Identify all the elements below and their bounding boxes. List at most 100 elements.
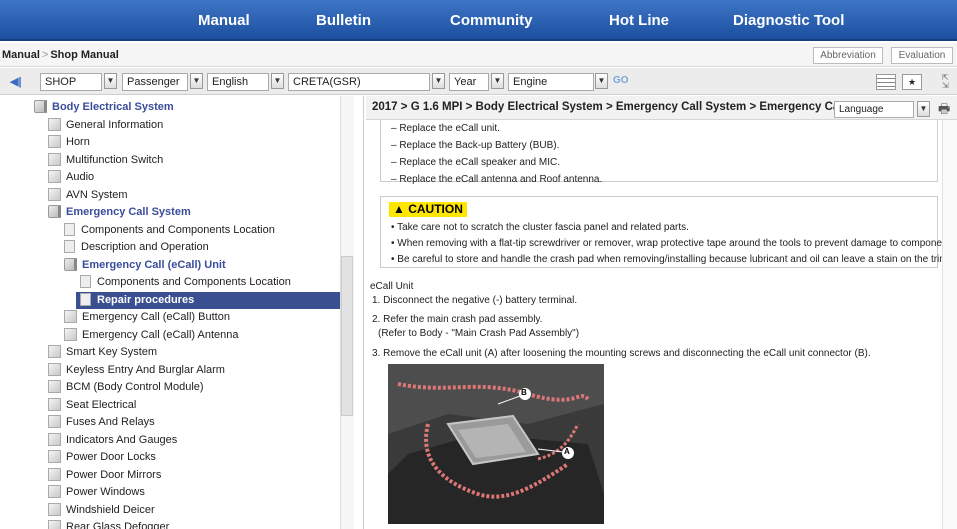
replace-item: – Replace the eCall antenna and Roof ant… bbox=[391, 174, 603, 185]
toc-scrollbar-thumb[interactable] bbox=[341, 256, 353, 416]
nav-manual[interactable]: Manual bbox=[198, 0, 250, 41]
photo-label-b: B bbox=[521, 388, 527, 397]
tree-item-label: Rear Glass Defogger bbox=[66, 521, 170, 529]
tree-item-label: Repair procedures bbox=[97, 293, 195, 306]
document-icon bbox=[64, 327, 77, 341]
passenger-select[interactable]: Passenger bbox=[122, 73, 188, 91]
tree-item[interactable]: Emergency Call (eCall) Button bbox=[64, 309, 230, 326]
tree-item-label: Components and Components Location bbox=[97, 276, 291, 288]
tree-item-label: Description and Operation bbox=[81, 241, 209, 253]
list-view-icon[interactable] bbox=[876, 74, 896, 90]
evaluation-button[interactable]: Evaluation bbox=[891, 47, 953, 64]
replace-list-box: – Replace the eCall unit. – Replace the … bbox=[380, 120, 938, 185]
tree-item-label: Emergency Call System bbox=[66, 206, 191, 218]
ecall-unit-photo: A B bbox=[388, 364, 604, 524]
shop-select[interactable]: SHOP bbox=[40, 73, 102, 91]
tree-item[interactable]: Multifunction Switch bbox=[48, 152, 163, 169]
tree-item[interactable]: Audio bbox=[48, 169, 94, 186]
document-icon bbox=[64, 222, 75, 236]
document-icon bbox=[48, 467, 61, 481]
caution-item: • Take care not to scratch the cluster f… bbox=[391, 222, 689, 233]
document-icon bbox=[48, 152, 61, 166]
tree-item[interactable]: Fuses And Relays bbox=[48, 414, 155, 431]
nav-diagnostic-tool[interactable]: Diagnostic Tool bbox=[733, 0, 844, 41]
tree-item[interactable]: Power Door Mirrors bbox=[48, 467, 161, 484]
language-dropdown-icon[interactable]: ▼ bbox=[271, 73, 284, 89]
tree-item-label: Horn bbox=[66, 136, 90, 148]
tree-item[interactable]: Keyless Entry And Burglar Alarm bbox=[48, 362, 225, 379]
bookmark-icon[interactable]: ★ bbox=[902, 74, 922, 90]
tree-item-label: BCM (Body Control Module) bbox=[66, 381, 204, 393]
tree-item[interactable]: Emergency Call (eCall) Antenna bbox=[64, 327, 239, 344]
go-button[interactable]: GO bbox=[613, 75, 629, 86]
tree-item[interactable]: Horn bbox=[48, 134, 90, 151]
tree-item[interactable]: Components and Components Location bbox=[64, 222, 275, 239]
tree-item-label: Power Door Locks bbox=[66, 451, 156, 463]
content-header: 2017 > G 1.6 MPI > Body Electrical Syste… bbox=[366, 96, 957, 120]
document-icon bbox=[48, 415, 61, 428]
tree-item-selected[interactable]: Repair procedures bbox=[76, 291, 341, 309]
tree-item[interactable]: Rear Glass Defogger bbox=[48, 519, 169, 529]
tree-item-label: Smart Key System bbox=[66, 346, 158, 358]
year-dropdown-icon[interactable]: ▼ bbox=[491, 73, 504, 89]
model-select[interactable]: CRETA(GSR) bbox=[288, 73, 430, 91]
tree-item[interactable]: Power Windows bbox=[48, 484, 145, 501]
document-icon bbox=[48, 187, 61, 201]
collapse-left-icon[interactable]: ◀| bbox=[10, 75, 34, 90]
abbreviation-button[interactable]: Abbreviation bbox=[813, 47, 883, 64]
nav-community[interactable]: Community bbox=[450, 0, 533, 41]
content-language-dropdown-icon[interactable]: ▼ bbox=[917, 101, 930, 117]
tree-node-ecall-unit[interactable]: Emergency Call (eCall) Unit bbox=[64, 257, 226, 274]
document-icon bbox=[48, 450, 61, 463]
tree-item[interactable]: BCM (Body Control Module) bbox=[48, 379, 204, 396]
content-scrollbar[interactable] bbox=[942, 120, 957, 529]
engine-select[interactable]: Engine bbox=[508, 73, 594, 91]
breadcrumb-root[interactable]: Manual bbox=[2, 49, 40, 61]
tree-item[interactable]: Indicators And Gauges bbox=[48, 432, 177, 449]
step-3: 3. Remove the eCall unit (A) after loose… bbox=[372, 348, 871, 359]
replace-item: – Replace the eCall unit. bbox=[391, 123, 500, 134]
engine-dropdown-icon[interactable]: ▼ bbox=[595, 73, 608, 89]
tree-item[interactable]: Seat Electrical bbox=[48, 397, 136, 414]
document-icon bbox=[48, 345, 61, 358]
language-select[interactable]: English bbox=[207, 73, 269, 91]
tree-item-label: Indicators And Gauges bbox=[66, 433, 178, 446]
tree-node-emergency-call-system[interactable]: Emergency Call System bbox=[48, 204, 191, 221]
tree-item[interactable]: Components and Components Location bbox=[80, 274, 291, 291]
document-icon bbox=[48, 432, 61, 446]
tree-item-label: Power Windows bbox=[66, 486, 145, 498]
tree-item[interactable]: Smart Key System bbox=[48, 344, 157, 361]
nav-hotline[interactable]: Hot Line bbox=[609, 0, 669, 41]
document-icon bbox=[48, 117, 61, 131]
tree-item-label: Emergency Call (eCall) Unit bbox=[82, 258, 226, 271]
top-nav-bar: Manual Bulletin Community Hot Line Diagn… bbox=[0, 0, 957, 41]
document-icon bbox=[64, 240, 75, 253]
tree-item[interactable]: AVN System bbox=[48, 187, 128, 204]
caution-label: CAUTION bbox=[408, 202, 463, 216]
tree-item[interactable]: Power Door Locks bbox=[48, 449, 156, 466]
content-path: 2017 > G 1.6 MPI > Body Electrical Syste… bbox=[372, 101, 856, 113]
toc-tree-panel: Body Electrical System General Informatio… bbox=[0, 96, 364, 529]
content-language-select[interactable]: Language bbox=[834, 101, 914, 118]
nav-bulletin[interactable]: Bulletin bbox=[316, 0, 371, 41]
year-select[interactable]: Year bbox=[449, 73, 489, 91]
tree-item[interactable]: Windshield Deicer bbox=[48, 502, 155, 519]
tree-item[interactable]: General Information bbox=[48, 117, 163, 134]
tree-item-label: Emergency Call (eCall) Antenna bbox=[82, 328, 239, 341]
tree-item[interactable]: Description and Operation bbox=[64, 239, 209, 256]
caution-box: ▲ CAUTION • Take care not to scratch the… bbox=[380, 196, 957, 268]
open-book-icon bbox=[64, 257, 77, 271]
passenger-dropdown-icon[interactable]: ▼ bbox=[190, 73, 203, 89]
section-title: eCall Unit bbox=[370, 281, 414, 292]
replace-item: – Replace the Back-up Battery (BUB). bbox=[391, 140, 560, 151]
print-icon[interactable]: 🖶 bbox=[938, 100, 950, 122]
shop-dropdown-icon[interactable]: ▼ bbox=[104, 73, 117, 89]
expand-icon[interactable]: ⇱ ⇲ bbox=[942, 74, 956, 90]
tree-item-label: Windshield Deicer bbox=[66, 503, 155, 516]
tree-item-label: Emergency Call (eCall) Button bbox=[82, 311, 230, 323]
photo-label-a: A bbox=[564, 447, 570, 456]
document-icon bbox=[48, 485, 61, 498]
model-dropdown-icon[interactable]: ▼ bbox=[432, 73, 445, 89]
content-panel: 2017 > G 1.6 MPI > Body Electrical Syste… bbox=[366, 96, 957, 529]
tree-node-body-electrical-system[interactable]: Body Electrical System bbox=[34, 99, 174, 116]
